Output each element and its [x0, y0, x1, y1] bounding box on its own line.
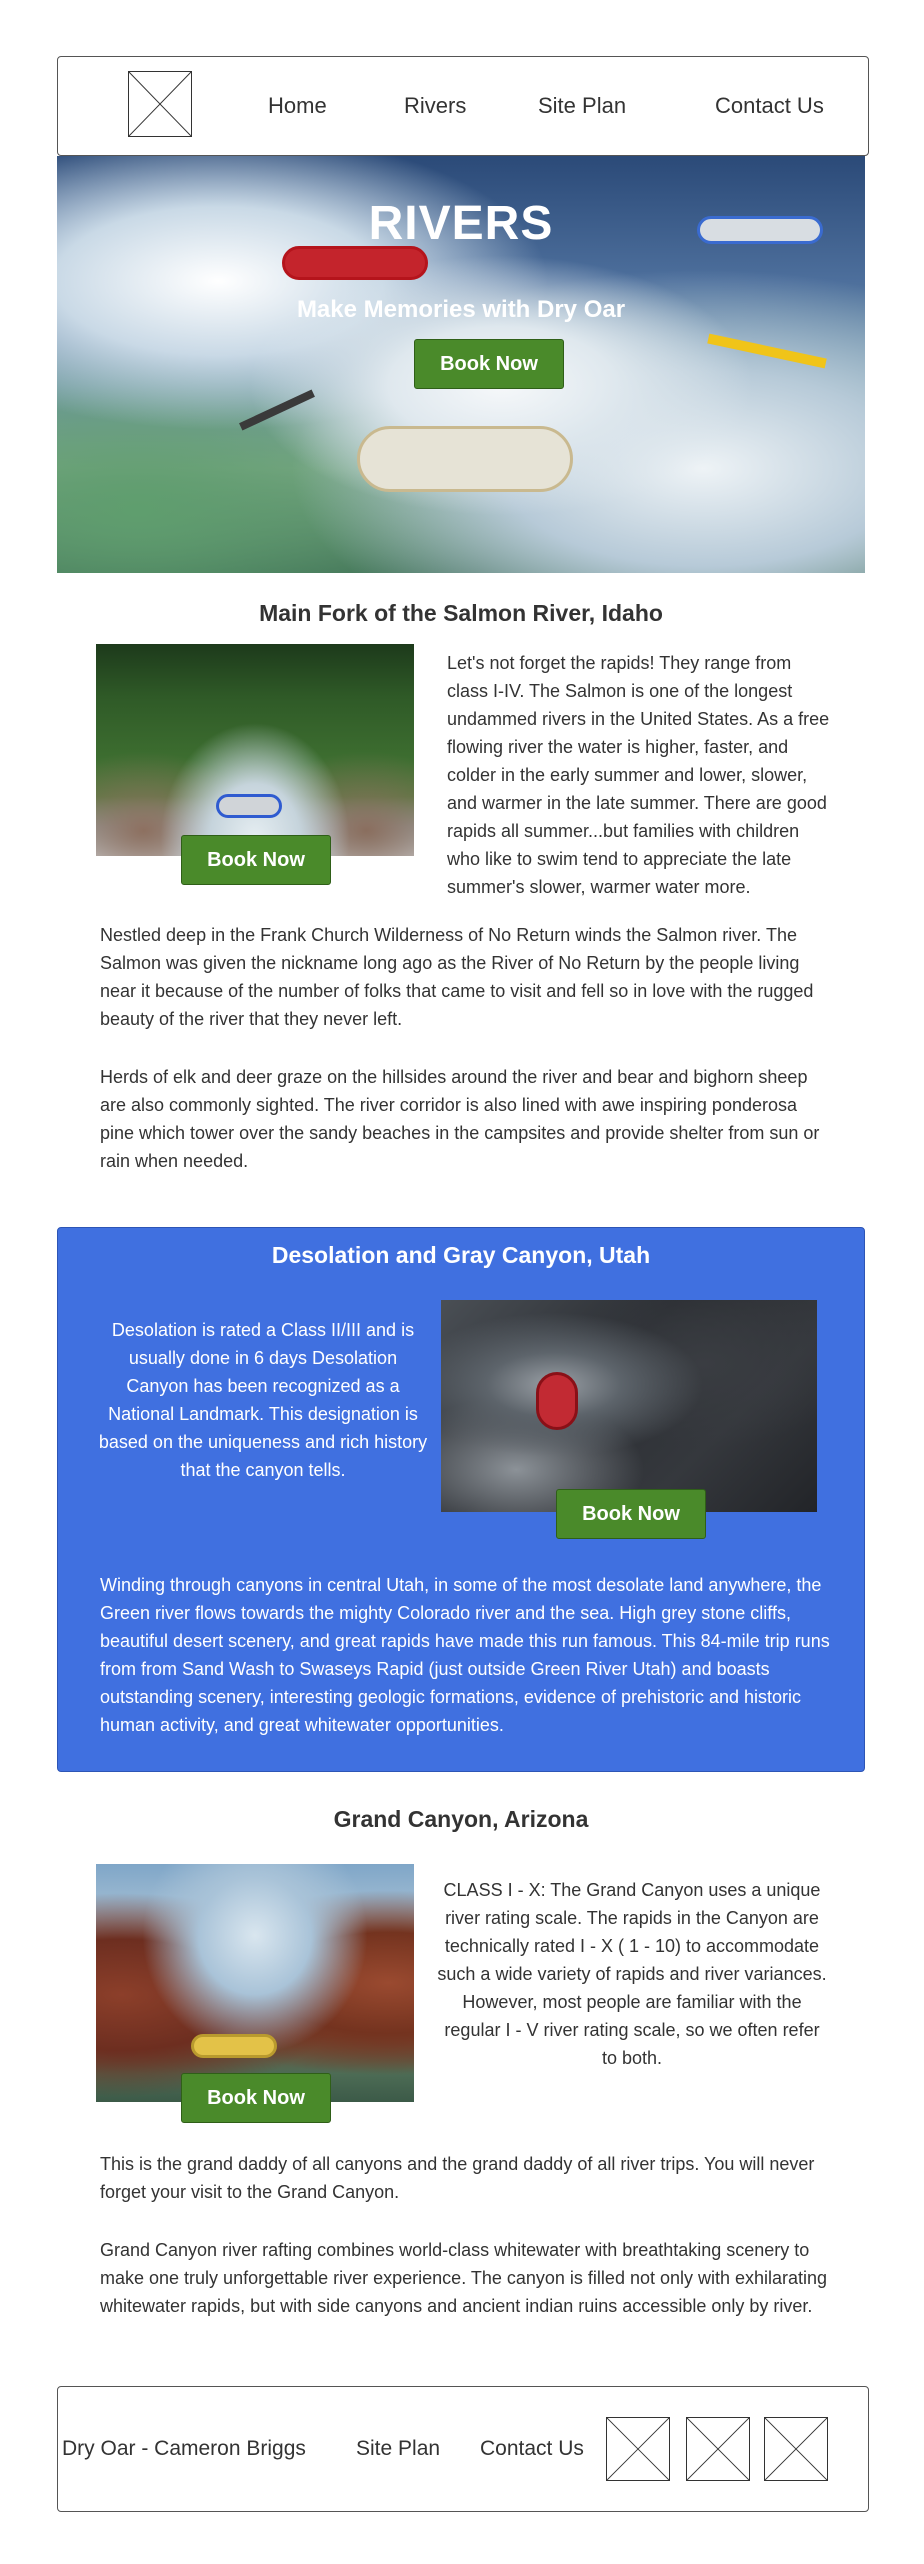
grand-canyon-paragraph-2: Grand Canyon river rafting combines worl…: [100, 2240, 828, 2316]
nav-contact-link[interactable]: Contact Us: [715, 93, 824, 119]
raft-shape: [191, 2034, 277, 2058]
grand-canyon-paragraph-1: This is the grand daddy of all canyons a…: [100, 2154, 815, 2202]
desolation-canyon-image: [441, 1300, 817, 1512]
salmon-river-image: [96, 644, 414, 856]
footer-brand: Dry Oar - Cameron Briggs: [62, 2437, 306, 2460]
footer-contact-link[interactable]: Contact Us: [480, 2437, 584, 2461]
paddle-shape: [239, 389, 315, 431]
raft-shape: [282, 246, 428, 280]
social-placeholder-icon[interactable]: [764, 2417, 828, 2481]
grand-canyon-book-now-button[interactable]: Book Now: [181, 2073, 331, 2123]
site-header: Home Rivers Site Plan Contact Us: [57, 56, 869, 156]
grand-canyon-image: [96, 1864, 414, 2102]
salmon-book-now-button[interactable]: Book Now: [181, 835, 331, 885]
desolation-book-now-button[interactable]: Book Now: [556, 1489, 706, 1539]
salmon-paragraph-2: Herds of elk and deer graze on the hills…: [100, 1067, 820, 1171]
hero-banner-image: RIVERS Make Memories with Dry Oar Book N…: [57, 156, 865, 573]
hero-book-now-button[interactable]: Book Now: [414, 339, 564, 389]
logo-placeholder-icon[interactable]: [128, 71, 192, 137]
desolation-side-text: Desolation is rated a Class II/III and i…: [98, 1320, 428, 1480]
grand-canyon-section-title: Grand Canyon, Arizona: [333, 1806, 589, 1832]
salmon-section-title: Main Fork of the Salmon River, Idaho: [259, 600, 663, 626]
social-placeholder-icon[interactable]: [606, 2417, 670, 2481]
hero-title: RIVERS: [368, 197, 554, 250]
footer-site-plan-link[interactable]: Site Plan: [356, 2437, 440, 2461]
raft-shape: [536, 1372, 578, 1430]
desolation-paragraph: Winding through canyons in central Utah,…: [100, 1575, 830, 1735]
nav-site-plan-link[interactable]: Site Plan: [538, 93, 626, 119]
grand-canyon-side-text: CLASS I - X: The Grand Canyon uses a uni…: [437, 1880, 827, 2068]
hero-subtitle: Make Memories with Dry Oar: [296, 296, 626, 323]
paddle-shape: [707, 333, 827, 369]
site-footer: Dry Oar - Cameron Briggs Site Plan Conta…: [57, 2386, 869, 2512]
nav-home-link[interactable]: Home: [268, 93, 327, 119]
nav-rivers-link[interactable]: Rivers: [404, 93, 466, 119]
desolation-section-title: Desolation and Gray Canyon, Utah: [271, 1242, 651, 1268]
raft-shape: [357, 426, 573, 492]
raft-shape: [216, 794, 282, 818]
social-placeholder-icon[interactable]: [686, 2417, 750, 2481]
salmon-paragraph-1: Nestled deep in the Frank Church Wildern…: [100, 925, 814, 1029]
salmon-side-text: Let's not forget the rapids! They range …: [447, 653, 830, 897]
